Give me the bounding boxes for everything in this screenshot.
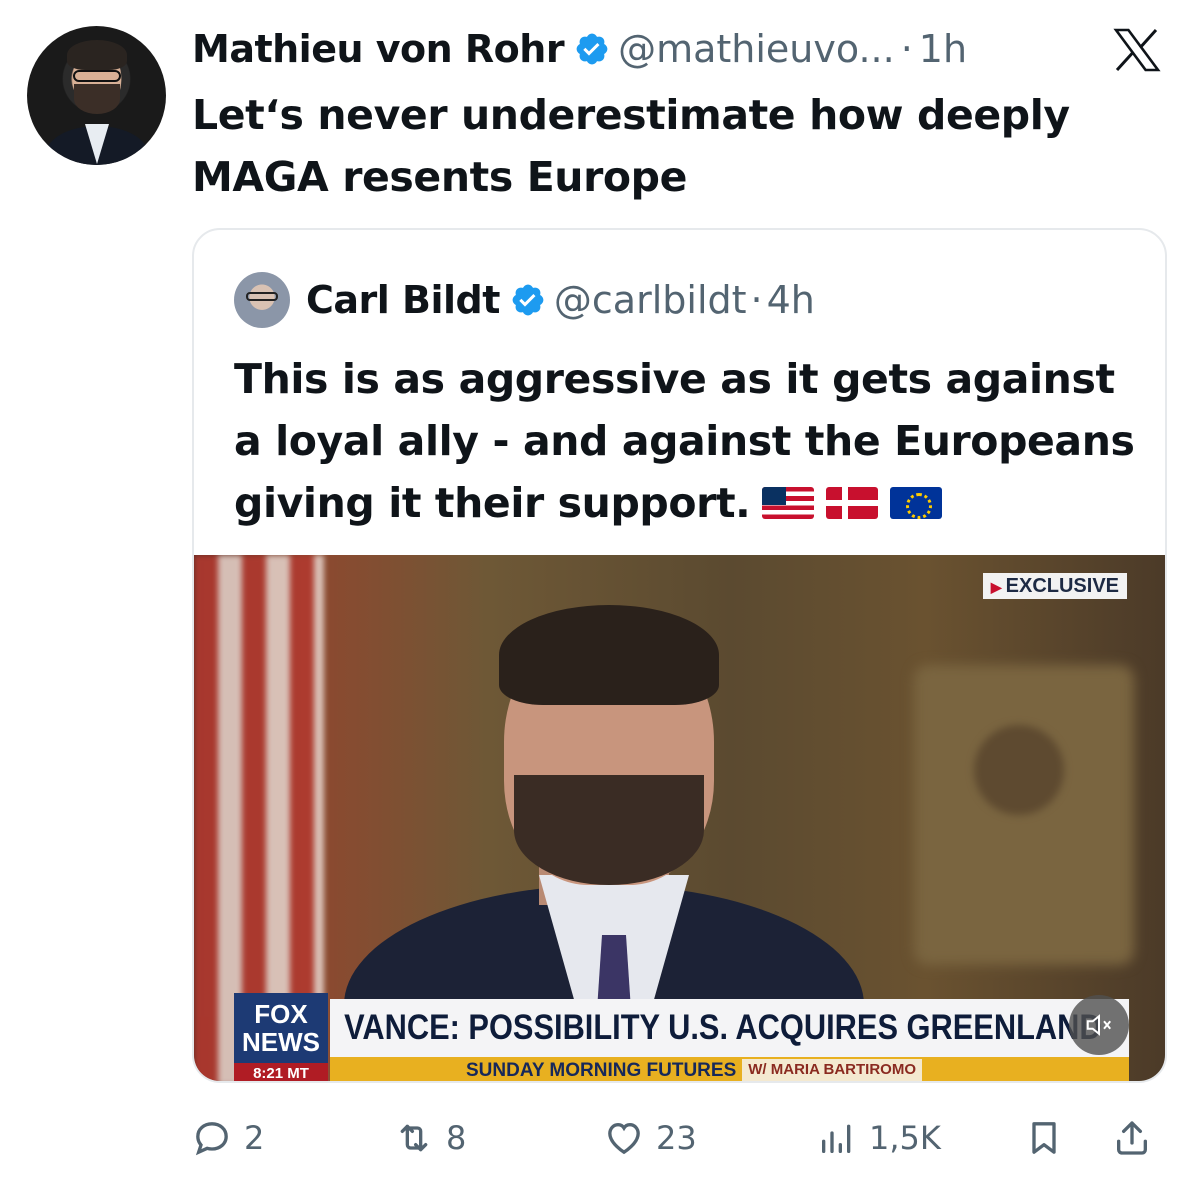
quoted-tweet-card[interactable]: Carl Bildt @carlbildt · 4h This is as ag… bbox=[192, 228, 1167, 1083]
x-logo-icon bbox=[1113, 28, 1161, 72]
share-icon bbox=[1117, 1121, 1147, 1155]
repost-icon bbox=[400, 1124, 428, 1152]
program-name: SUNDAY MORNING FUTURES bbox=[466, 1060, 737, 1081]
program-host: W/ MARIA BARTIROMO bbox=[742, 1059, 923, 1081]
eu-flag-icon bbox=[890, 487, 943, 519]
reply-button[interactable]: 2 bbox=[192, 1108, 264, 1168]
views-button[interactable]: 1,5K bbox=[817, 1108, 941, 1168]
tweet-text: Let‘s never underestimate how deeply MAG… bbox=[192, 91, 1070, 201]
mute-toggle-button[interactable] bbox=[1069, 995, 1129, 1055]
reply-icon bbox=[195, 1122, 228, 1156]
quoted-tweet-body: This is as aggressive as it gets against… bbox=[234, 355, 1135, 527]
broadcast-clock: 8:21 MT bbox=[234, 1063, 328, 1081]
author-name[interactable]: Mathieu von Rohr bbox=[192, 27, 565, 71]
chyron-program: SUNDAY MORNING FUTURES W/ MARIA BARTIROMO bbox=[330, 1057, 1129, 1081]
author-handle[interactable]: @mathieuvo... bbox=[618, 27, 895, 71]
separator-dot: · bbox=[900, 27, 913, 71]
verified-badge-icon bbox=[576, 33, 608, 65]
network-line2: NEWS bbox=[242, 1027, 320, 1057]
separator-dot: · bbox=[750, 278, 763, 322]
quoted-author-name[interactable]: Carl Bildt bbox=[306, 278, 500, 322]
quoted-tweet-text: This is as aggressive as it gets against… bbox=[234, 348, 1154, 534]
verified-badge-icon bbox=[512, 284, 544, 316]
speaker-muted-icon bbox=[1086, 1014, 1112, 1036]
quoted-tweet-time[interactable]: 4h bbox=[767, 278, 815, 322]
news-chyron: FOX NEWS 8:21 MT VANCE: POSSIBILITY U.S.… bbox=[234, 993, 1130, 1081]
denmark-flag-icon bbox=[826, 487, 879, 519]
us-flag-icon bbox=[762, 487, 815, 519]
background-emblem bbox=[974, 725, 1064, 815]
author-avatar[interactable] bbox=[27, 26, 166, 165]
view-count: 1,5K bbox=[869, 1119, 941, 1157]
quoted-author-avatar[interactable] bbox=[234, 272, 290, 328]
share-button[interactable] bbox=[1112, 1108, 1164, 1168]
quoted-tweet-header: Carl Bildt @carlbildt · 4h bbox=[234, 270, 815, 330]
repost-button[interactable]: 8 bbox=[394, 1108, 466, 1168]
network-line1: FOX bbox=[254, 999, 308, 1029]
like-button[interactable]: 23 bbox=[604, 1108, 697, 1168]
bookmark-button[interactable] bbox=[1024, 1108, 1076, 1168]
tweet-time[interactable]: 1h bbox=[919, 27, 967, 71]
video-player[interactable]: ▶ EXCLUSIVE FOX NEWS 8:21 MT VANCE: POSSI… bbox=[194, 555, 1165, 1081]
background-decor bbox=[914, 665, 1134, 965]
quoted-author-handle[interactable]: @carlbildt bbox=[554, 278, 747, 322]
bookmark-icon bbox=[1032, 1122, 1056, 1154]
tweet-actions: 2 8 23 1,5K bbox=[192, 1108, 1167, 1168]
like-count: 23 bbox=[656, 1119, 697, 1157]
tweet-header: Mathieu von Rohr @mathieuvo... · 1h bbox=[192, 24, 967, 74]
heart-icon bbox=[608, 1122, 640, 1155]
analytics-icon bbox=[822, 1124, 851, 1153]
reply-count: 2 bbox=[244, 1119, 265, 1157]
play-triangle-icon: ▶ bbox=[990, 579, 1002, 595]
exclusive-badge: ▶ EXCLUSIVE bbox=[982, 573, 1127, 599]
chyron-headline: VANCE: POSSIBILITY U.S. ACQUIRES GREENLA… bbox=[330, 999, 1130, 1057]
repost-count: 8 bbox=[446, 1119, 467, 1157]
exclusive-label: EXCLUSIVE bbox=[1005, 575, 1119, 597]
